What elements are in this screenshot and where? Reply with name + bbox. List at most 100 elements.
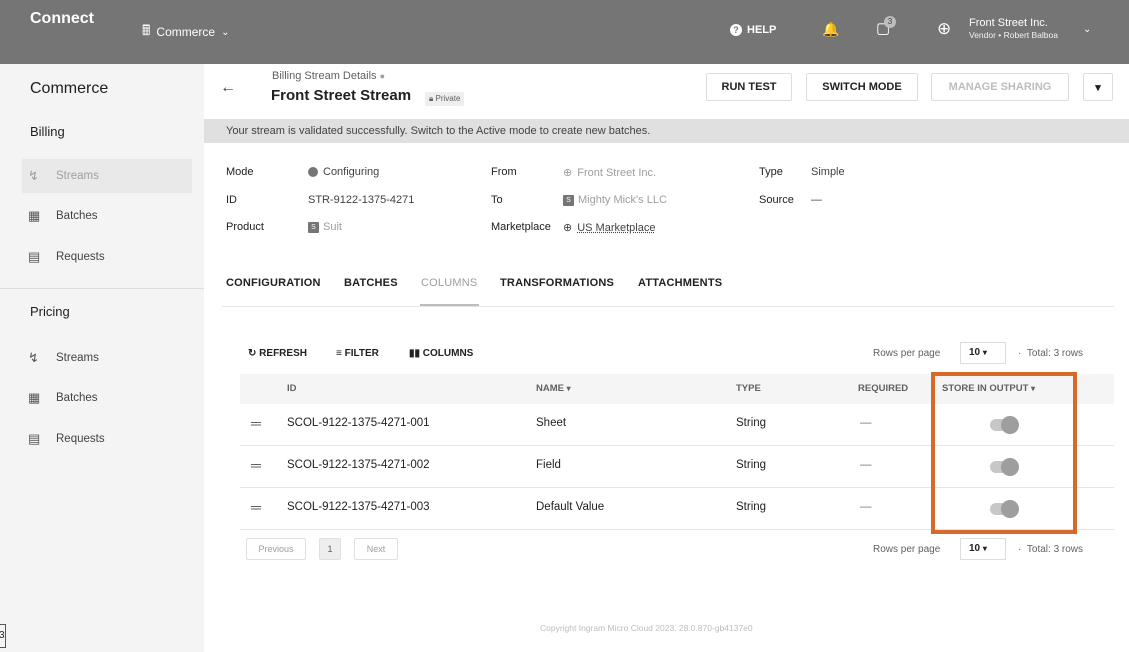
sidebar-item-billing-batches[interactable]: ▦ Batches [22,199,192,233]
drag-handle-icon[interactable]: ═ [251,499,261,515]
rows-per-page-value: 10 [969,543,981,554]
id-label: ID [226,194,237,206]
columns-button[interactable]: ▮▮ COLUMNS [409,348,473,359]
rows-per-page-value: 10 [969,347,981,358]
from-text: Front Street Inc. [577,167,657,179]
id-value: STR-9122-1375-4271 [308,194,415,206]
filter-icon: ≡ [336,348,342,359]
column-header-id[interactable]: ID [240,374,522,404]
rows-per-page-select[interactable]: 10 ▾ [960,538,1006,560]
type-value: Simple [811,166,845,178]
drag-handle-icon[interactable]: ═ [251,457,261,473]
run-test-button[interactable]: RUN TEST [706,73,792,101]
lock-icon: 🔒︎ [429,94,434,103]
product-value[interactable]: S Suit [308,221,342,233]
privacy-badge: 🔒︎ Private [425,92,465,106]
row-id: SCOL-9122-1375-4271-002 [287,459,430,471]
sidebar-item-pricing-batches[interactable]: ▦ Batches [22,381,192,415]
page-1-button[interactable]: 1 [319,538,341,560]
marketplace-text: US Marketplace [577,222,656,234]
row-required: — [860,417,872,429]
sidebar-section-billing: Billing [30,124,65,139]
sidebar-item-label: Streams [56,170,99,182]
sidebar-item-pricing-streams[interactable]: ↯ Streams [22,341,192,375]
requests-icon: ▤ [28,431,41,446]
globe-icon[interactable]: ⊕ [937,19,951,39]
total-rows-text: Total: 3 rows [1026,544,1084,555]
company-icon: S [563,194,574,206]
column-header-name-label: NAME [536,383,564,394]
requests-button[interactable]: ▢ 3 [876,16,896,37]
chevron-down-icon: ⌄ [221,26,230,38]
sidebar-title: Commerce [30,80,109,97]
module-switcher[interactable]: 🖩 Commerce ⌄ [142,20,229,44]
batches-icon: ▦ [28,208,41,223]
bell-icon[interactable]: 🔔 [822,21,839,38]
tab-batches[interactable]: BATCHES [344,277,398,289]
column-header-required[interactable]: REQUIRED [846,374,934,404]
back-arrow-icon[interactable]: ← [220,79,236,97]
previous-page-button[interactable]: Previous [246,538,306,560]
account-menu[interactable]: Front Street Inc. Vendor • Robert Balboa [969,17,1058,41]
row-type: String [736,459,767,471]
column-header-name[interactable]: NAME ▾ [522,374,722,404]
breadcrumb-label: Billing Stream Details [272,70,377,82]
row-type: String [736,417,767,429]
rows-per-page-select[interactable]: 10 ▾ [960,342,1006,364]
app-logo[interactable]: Connect [30,10,94,28]
product-text: Suit [323,221,342,233]
filter-button[interactable]: ≡ FILTER [336,348,379,359]
column-header-type[interactable]: TYPE [722,374,846,404]
streams-icon: ↯ [28,350,39,365]
total-rows: · Total: 3 rows [1018,544,1084,555]
breadcrumb: Billing Stream Details ● [272,70,385,82]
row-required: — [860,501,872,513]
manage-sharing-button[interactable]: MANAGE SHARING [931,73,1069,101]
help-icon: ? [730,24,742,36]
tab-columns[interactable]: COLUMNS [421,277,477,289]
tabs-divider [222,306,1114,307]
product-icon: S [308,221,319,233]
row-name: Default Value [536,501,605,513]
sidebar-section-pricing: Pricing [30,304,70,319]
info-icon[interactable]: ● [380,71,385,81]
columns-icon: ▮▮ [409,348,421,359]
row-name: Sheet [536,417,567,429]
drag-handle-icon[interactable]: ═ [251,415,261,431]
more-actions-button[interactable]: ▾ [1083,73,1113,101]
columns-label: COLUMNS [422,348,474,359]
sidebar-item-pricing-requests[interactable]: ▤ Requests [22,422,192,456]
requests-badge: 3 [884,16,896,28]
tab-transformations[interactable]: TRANSFORMATIONS [500,277,614,289]
batches-icon: ▦ [28,390,41,405]
account-sub: Vendor • Robert Balboa [969,30,1058,40]
type-label: Type [759,166,783,178]
caret-down-icon: ▾ [982,348,987,357]
product-label: Product [226,221,264,233]
marketplace-value[interactable]: ⊕ US Marketplace [563,221,655,234]
sidebar-item-billing-requests[interactable]: ▤ Requests [22,240,192,274]
switch-mode-button[interactable]: SWITCH MODE [806,73,918,101]
row-required: — [860,459,872,471]
module-label: Commerce [156,25,216,39]
help-button[interactable]: ? HELP [730,24,776,36]
register-icon: 🖩 [142,22,151,38]
from-label: From [491,166,517,178]
page-title: Front Street Stream [271,87,412,104]
refresh-button[interactable]: ↻ REFRESH [248,348,307,359]
sidebar-item-billing-streams[interactable]: ↯ Streams [22,159,192,193]
to-value[interactable]: S Mighty Mick's LLC [563,194,667,206]
tab-configuration[interactable]: CONFIGURATION [226,277,321,289]
mode-text: Configuring [323,166,380,178]
row-id: SCOL-9122-1375-4271-001 [287,417,430,429]
privacy-label: Private [435,94,461,103]
chevron-down-icon[interactable]: ⌄ [1083,24,1091,35]
tab-attachments[interactable]: ATTACHMENTS [638,277,722,289]
highlight-box [931,372,1077,534]
next-page-button[interactable]: Next [354,538,398,560]
from-value[interactable]: ⊕ Front Street Inc. [563,166,656,179]
caret-down-icon: ▾ [1095,81,1101,94]
divider [0,288,204,289]
caret-down-icon: ▾ [982,544,987,553]
corner-glyph: 3 [0,624,6,648]
